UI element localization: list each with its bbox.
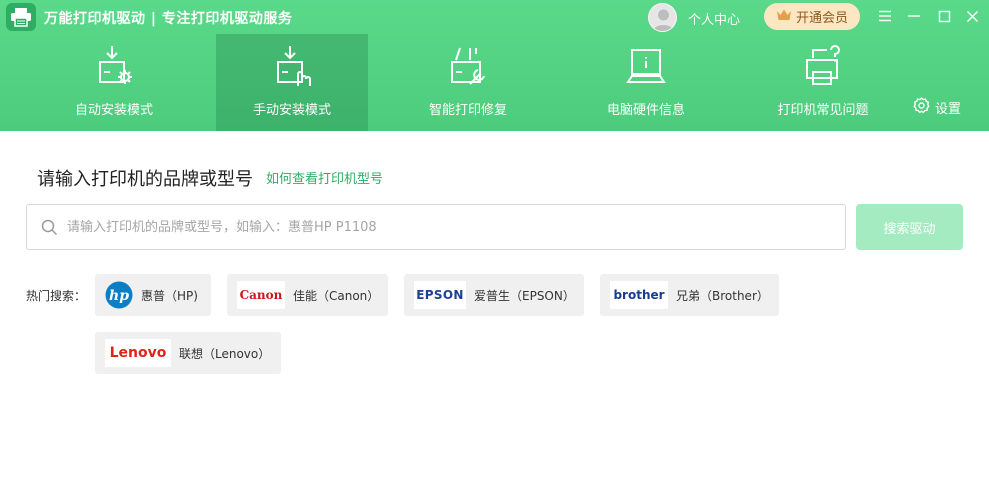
hot-brand-hp[interactable]: hp 惠普（HP) bbox=[95, 274, 211, 316]
nav-smart-repair[interactable]: 智能打印修复 bbox=[392, 34, 544, 131]
canon-logo: Canon bbox=[237, 281, 285, 309]
auto-install-icon bbox=[92, 44, 136, 88]
search-icon bbox=[41, 219, 58, 240]
nav-label: 手动安装模式 bbox=[252, 103, 331, 118]
nav-label: 智能打印修复 bbox=[428, 103, 507, 118]
how-to-find-model-link[interactable]: 如何查看打印机型号 bbox=[266, 168, 383, 187]
search-driver-button[interactable]: 搜索驱动 bbox=[856, 204, 963, 250]
hot-brand-lenovo[interactable]: Lenovo 联想（Lenovo） bbox=[95, 332, 281, 374]
search-input[interactable] bbox=[67, 205, 837, 249]
avatar[interactable] bbox=[648, 3, 677, 32]
nav-auto-install[interactable]: 自动安装模式 bbox=[38, 34, 190, 131]
printer-logo-icon bbox=[6, 3, 36, 31]
epson-logo-text: EPSON bbox=[416, 288, 464, 302]
nav-hardware-info[interactable]: 电脑硬件信息 bbox=[570, 34, 722, 131]
brother-logo-text: brother bbox=[613, 288, 665, 302]
settings-button[interactable]: 设置 bbox=[913, 97, 961, 118]
brand-name: 联想（Lenovo） bbox=[179, 346, 271, 361]
brand-name: 兄弟（Brother） bbox=[676, 288, 769, 303]
hardware-info-icon bbox=[624, 44, 668, 88]
vip-button-label: 开通会员 bbox=[795, 11, 848, 26]
search-prompt-title: 请输入打印机的品牌或型号 bbox=[37, 169, 253, 190]
hp-logo: hp bbox=[105, 281, 133, 309]
maximize-icon[interactable] bbox=[934, 6, 954, 26]
epson-logo: EPSON bbox=[414, 281, 466, 309]
menu-icon[interactable] bbox=[875, 6, 895, 26]
canon-logo-text: Canon bbox=[239, 288, 283, 302]
brand-name: 佳能（Canon） bbox=[293, 288, 380, 303]
hot-brand-brother[interactable]: brother 兄弟（Brother） bbox=[600, 274, 779, 316]
main-nav: 自动安装模式 手动安装模式 智能打印修复 电脑硬件信息 打印机常见问题 设置 bbox=[0, 34, 989, 131]
brand-name: 爱普生（EPSON） bbox=[474, 288, 575, 303]
repair-icon bbox=[446, 44, 490, 88]
search-box bbox=[26, 204, 846, 250]
manual-install-icon bbox=[270, 44, 314, 88]
brother-logo: brother bbox=[610, 281, 668, 309]
svg-text:hp: hp bbox=[109, 288, 129, 304]
app-title: 万能打印机驱动 | 专注打印机驱动服务 bbox=[44, 11, 293, 27]
nav-manual-install[interactable]: 手动安装模式 bbox=[216, 34, 368, 131]
nav-label: 电脑硬件信息 bbox=[606, 103, 685, 118]
gear-icon bbox=[913, 97, 930, 118]
nav-label: 自动安装模式 bbox=[74, 103, 153, 118]
title-bar: 万能打印机驱动 | 专注打印机驱动服务 个人中心 开通会员 bbox=[0, 0, 989, 34]
header: 万能打印机驱动 | 专注打印机驱动服务 个人中心 开通会员 自动安装模式 手动安… bbox=[0, 0, 989, 131]
brand-name: 惠普（HP) bbox=[141, 288, 198, 303]
crown-icon bbox=[776, 8, 792, 26]
lenovo-logo-text: Lenovo bbox=[109, 345, 167, 361]
hot-brand-canon[interactable]: Canon 佳能（Canon） bbox=[227, 274, 388, 316]
minimize-icon[interactable] bbox=[904, 6, 924, 26]
nav-printer-faq[interactable]: 打印机常见问题 bbox=[747, 34, 899, 131]
vip-button[interactable]: 开通会员 bbox=[764, 3, 860, 30]
hot-brand-epson[interactable]: EPSON 爱普生（EPSON） bbox=[404, 274, 584, 316]
settings-label: 设置 bbox=[935, 102, 962, 117]
user-center-link[interactable]: 个人中心 bbox=[688, 9, 740, 28]
nav-label: 打印机常见问题 bbox=[777, 103, 869, 118]
hot-search-label: 热门搜索： bbox=[26, 289, 87, 303]
lenovo-logo: Lenovo bbox=[105, 339, 171, 367]
close-icon[interactable] bbox=[962, 6, 982, 26]
faq-icon bbox=[801, 44, 845, 88]
